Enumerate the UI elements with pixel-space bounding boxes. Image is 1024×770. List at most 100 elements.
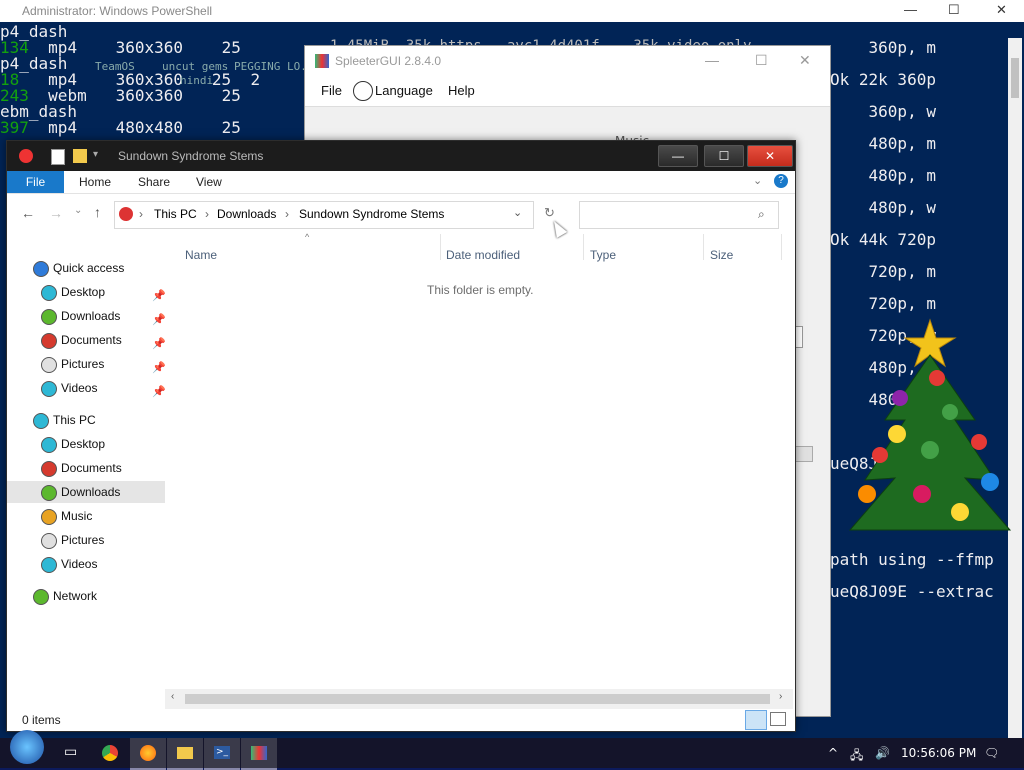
tab-home[interactable]: Home xyxy=(79,171,111,193)
sidebar-item-pictures[interactable]: Pictures 📌 xyxy=(7,353,166,375)
menu-language[interactable]: Language xyxy=(375,83,433,98)
scroll-right-icon[interactable]: › xyxy=(779,691,782,702)
maximize-icon[interactable]: ☐ xyxy=(755,52,768,69)
column-header-type[interactable]: Type xyxy=(590,248,616,262)
back-arrow-icon[interactable]: ← xyxy=(21,205,35,221)
sidebar-item-documents[interactable]: Documents xyxy=(7,457,165,479)
pin-icon[interactable]: 📌 xyxy=(152,381,166,398)
globe-icon xyxy=(353,81,373,101)
file-explorer-window[interactable]: ▾ Sundown Syndrome Stems — ☐ ✕ File Home… xyxy=(6,140,796,732)
sidebar-item-music[interactable]: Music xyxy=(7,505,165,527)
file-explorer-button[interactable] xyxy=(167,738,203,770)
column-divider[interactable] xyxy=(440,234,441,260)
task-view-button[interactable]: ▭ xyxy=(54,738,90,768)
volume-icon[interactable]: 🔊 xyxy=(875,746,890,760)
sidebar-item-downloads[interactable]: Downloads 📌 xyxy=(7,305,166,327)
search-input[interactable] xyxy=(582,204,756,226)
spleeter-icon xyxy=(251,746,267,760)
breadcrumb-this-pc[interactable]: This PC xyxy=(154,207,197,221)
chrome-button[interactable] xyxy=(92,738,128,768)
documents-icon xyxy=(41,333,57,349)
sidebar-item-pictures[interactable]: Pictures xyxy=(7,529,165,551)
large-icons-view-icon[interactable] xyxy=(770,712,786,726)
column-header-size[interactable]: Size xyxy=(710,248,733,262)
minimize-icon[interactable]: — xyxy=(904,2,917,17)
column-header-name[interactable]: Name xyxy=(185,248,217,262)
expand-ribbon-icon[interactable]: ⌄ xyxy=(753,174,762,187)
sidebar-item-desktop[interactable]: Desktop 📌 xyxy=(7,281,166,303)
spleeter-title: SpleeterGUI 2.8.4.0 xyxy=(335,54,442,68)
pin-icon[interactable]: 📌 xyxy=(152,357,166,374)
desktop-label: uncut gems xyxy=(162,60,229,73)
explorer-titlebar[interactable]: ▾ Sundown Syndrome Stems — ☐ ✕ xyxy=(7,141,795,171)
powershell-output-line: 720p, m xyxy=(830,262,936,281)
tab-share[interactable]: Share xyxy=(138,171,170,193)
start-button[interactable] xyxy=(6,730,44,768)
action-center-icon[interactable]: 🗨 xyxy=(984,746,999,760)
network-icon[interactable]: 🖧 xyxy=(850,746,863,767)
breadcrumb-downloads[interactable]: Downloads xyxy=(217,207,276,221)
windows-logo-icon xyxy=(10,730,44,764)
column-header-date-modified[interactable]: Date modified xyxy=(446,248,520,262)
refresh-icon[interactable]: ↻ xyxy=(544,205,555,221)
forward-arrow-icon[interactable]: → xyxy=(49,205,63,221)
tab-view[interactable]: View xyxy=(196,171,222,193)
chevron-down-icon[interactable]: ▾ xyxy=(93,149,107,163)
powershell-titlebar[interactable]: Administrator: Windows PowerShell — ☐ ✕ xyxy=(0,0,1024,22)
maximize-button[interactable]: ☐ xyxy=(704,145,744,167)
properties-icon[interactable] xyxy=(51,149,65,165)
address-bar[interactable]: › This PC › Downloads › Sundown Syndrome… xyxy=(114,201,534,229)
this-pc-icon xyxy=(33,413,49,429)
spleeter-control[interactable] xyxy=(795,446,813,462)
help-icon[interactable]: ? xyxy=(774,174,788,188)
breadcrumb-current-folder[interactable]: Sundown Syndrome Stems xyxy=(299,207,444,221)
clock[interactable]: 10:56:06 PM xyxy=(901,746,976,760)
explorer-app-icon xyxy=(19,149,33,163)
breadcrumb-separator-icon: › xyxy=(205,207,209,221)
sidebar-item-this-pc[interactable]: This PC xyxy=(7,409,165,431)
scrollbar-thumb[interactable] xyxy=(185,694,770,704)
spleeter-button[interactable] xyxy=(241,738,277,770)
sidebar-item-videos[interactable]: Videos xyxy=(7,553,165,575)
pin-icon[interactable]: 📌 xyxy=(152,309,166,326)
scroll-left-icon[interactable]: ‹ xyxy=(171,691,174,702)
sidebar-item-documents[interactable]: Documents 📌 xyxy=(7,329,166,351)
minimize-button[interactable]: — xyxy=(658,145,698,167)
spleeter-titlebar[interactable]: SpleeterGUI 2.8.4.0 — ☐ ✕ xyxy=(305,46,830,76)
show-hidden-icons-icon[interactable]: ^ xyxy=(828,746,838,760)
sidebar-item-videos[interactable]: Videos 📌 xyxy=(7,377,166,399)
close-icon[interactable]: ✕ xyxy=(996,2,1007,18)
powershell-button[interactable]: >_ xyxy=(204,738,240,770)
address-dropdown-icon[interactable]: ⌄ xyxy=(513,206,522,219)
powershell-output-line: 480p, m xyxy=(830,166,936,185)
details-view-icon[interactable] xyxy=(745,710,767,730)
close-button[interactable]: ✕ xyxy=(747,145,793,167)
column-divider[interactable] xyxy=(583,234,584,260)
menu-help[interactable]: Help xyxy=(448,83,475,98)
horizontal-scrollbar[interactable]: ‹ › xyxy=(165,689,793,709)
powershell-output-line: Ok 44k 720p xyxy=(830,230,936,249)
sidebar-item-quick-access[interactable]: Quick access xyxy=(7,257,165,279)
sidebar-item-downloads[interactable]: Downloads xyxy=(7,481,165,503)
search-box[interactable]: ⌕ xyxy=(579,201,779,229)
up-arrow-icon[interactable]: ↑ xyxy=(94,204,101,220)
menu-file[interactable]: File xyxy=(321,83,342,98)
window-title: Sundown Syndrome Stems xyxy=(118,149,264,163)
desktop-label: hindi xyxy=(180,74,214,87)
firefox-button[interactable] xyxy=(130,738,166,770)
column-divider[interactable] xyxy=(703,234,704,260)
new-folder-icon[interactable] xyxy=(73,149,87,163)
tab-file[interactable]: File xyxy=(7,171,64,193)
pictures-icon xyxy=(41,357,57,373)
minimize-icon[interactable]: — xyxy=(705,52,719,68)
sidebar-item-label: Pictures xyxy=(61,533,105,547)
pin-icon[interactable]: 📌 xyxy=(152,285,166,302)
recent-locations-icon[interactable]: ⌄ xyxy=(74,205,82,216)
column-divider[interactable] xyxy=(781,234,782,260)
spleeter-control[interactable] xyxy=(795,326,803,348)
pin-icon[interactable]: 📌 xyxy=(152,333,166,350)
maximize-icon[interactable]: ☐ xyxy=(948,2,960,18)
sidebar-item-desktop[interactable]: Desktop xyxy=(7,433,165,455)
sidebar-item-network[interactable]: Network xyxy=(7,585,165,607)
close-icon[interactable]: ✕ xyxy=(799,52,811,69)
